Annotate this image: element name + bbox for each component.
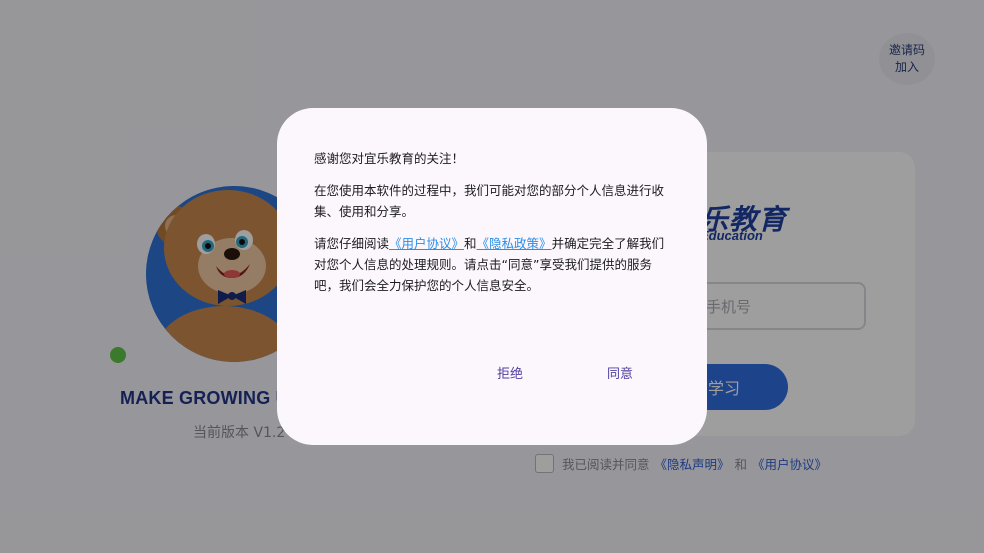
dialog-paragraph1: 在您使用本软件的过程中，我们可能对您的部分个人信息进行收集、使用和分享。	[314, 183, 665, 219]
dialog-paragraph2: 请您仔细阅读《用户协议》和《隐私政策》并确定完全了解我们对您个人信息的处理规则。…	[314, 233, 670, 296]
paragraph2-and: 和	[464, 236, 477, 251]
dialog-greeting: 感谢您对宜乐教育的关注！	[314, 151, 465, 166]
dialog-actions: 拒绝 同意	[277, 363, 707, 383]
reject-button[interactable]: 拒绝	[497, 363, 523, 382]
privacy-policy-link[interactable]: 《隐私政策》	[477, 236, 552, 251]
privacy-consent-dialog: 感谢您对宜乐教育的关注！ 在您使用本软件的过程中，我们可能对您的部分个人信息进行…	[277, 108, 707, 445]
user-agreement-link[interactable]: 《用户协议》	[389, 236, 464, 251]
agree-button[interactable]: 同意	[607, 363, 633, 382]
paragraph2-prefix: 请您仔细阅读	[314, 236, 390, 251]
